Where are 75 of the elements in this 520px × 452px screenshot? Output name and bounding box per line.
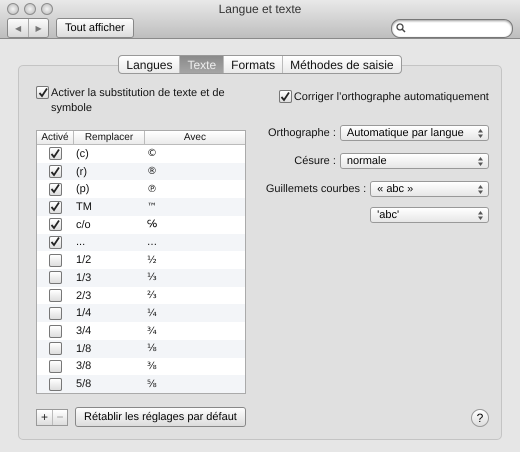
table-cell-text: ⅝ xyxy=(146,378,158,390)
window-title: Langue et texte xyxy=(218,2,302,16)
table-cell-text: ¼ xyxy=(146,308,158,319)
checkbox[interactable] xyxy=(48,165,62,178)
table-cell-text: ⅔ xyxy=(146,290,158,302)
table-cell-text: … xyxy=(146,236,158,248)
minimize-button[interactable] xyxy=(24,3,36,15)
checkbox[interactable] xyxy=(48,218,62,232)
close-button[interactable] xyxy=(7,3,19,15)
updown-arrows-icon xyxy=(478,210,483,220)
tab[interactable]: Langues xyxy=(119,56,180,73)
tab[interactable]: Formats xyxy=(223,56,282,73)
help-button[interactable]: ? xyxy=(471,409,489,427)
table-cell-text: ½ xyxy=(146,254,158,266)
table-cell-text: ⅜ xyxy=(146,360,158,372)
checkbox[interactable] xyxy=(48,200,62,214)
column-header[interactable]: Activé xyxy=(37,131,73,144)
table-cell-text: c/o xyxy=(75,218,92,231)
popup-button[interactable]: « abc » xyxy=(370,181,489,197)
table-cell-text: 5/8 xyxy=(75,378,92,390)
table-cell-text: ® xyxy=(146,166,158,178)
checkbox[interactable] xyxy=(48,254,62,267)
table-cell-text: ⅛ xyxy=(146,343,158,354)
table-cell-text: 1/4 xyxy=(75,307,92,320)
checkbox[interactable] xyxy=(48,289,62,302)
table-cell-text: 3/4 xyxy=(75,325,92,338)
popup-button[interactable]: Automatique par langue xyxy=(340,125,489,141)
tab[interactable]: Méthodes de saisie xyxy=(282,56,401,73)
checkbox[interactable] xyxy=(48,360,62,373)
checkbox[interactable] xyxy=(48,182,62,196)
table-cell-text: (c) xyxy=(75,148,90,160)
table-cell-text: ℅ xyxy=(146,219,158,230)
table-cell-text: 2/3 xyxy=(75,290,92,302)
updown-arrows-icon xyxy=(478,128,483,138)
show-all-button[interactable]: Tout afficher xyxy=(56,18,134,38)
checkbox[interactable] xyxy=(48,324,62,338)
search-field[interactable] xyxy=(391,18,513,38)
add-button[interactable]: + xyxy=(37,410,52,424)
checkbox[interactable] xyxy=(48,306,62,320)
popup-label: Guillemets courbes : xyxy=(266,182,366,197)
table-cell-text: 1/3 xyxy=(75,272,92,284)
zoom-button[interactable] xyxy=(41,3,53,15)
checkbox[interactable] xyxy=(48,378,62,391)
checkbox[interactable] xyxy=(48,236,62,249)
column-header[interactable]: Remplacer xyxy=(73,131,144,144)
table-cell-text: TM xyxy=(75,201,93,214)
popup-button[interactable]: 'abc' xyxy=(370,207,489,223)
checkbox[interactable] xyxy=(36,86,49,99)
table-cell-text: 1/2 xyxy=(75,254,92,266)
table-cell-text: 3/8 xyxy=(75,360,92,372)
table-cell-text: 1/8 xyxy=(75,342,92,355)
table-cell-text: ... xyxy=(75,236,86,248)
checkbox[interactable] xyxy=(48,147,62,160)
table-cell-text: ¾ xyxy=(146,326,158,337)
checkbox[interactable] xyxy=(48,342,62,356)
restore-defaults-button[interactable]: Rétablir les réglages par défaut xyxy=(75,407,246,427)
popup-button[interactable]: normale xyxy=(340,153,489,169)
popup-label: Césure : xyxy=(293,154,336,169)
checkbox[interactable] xyxy=(278,90,292,103)
table-cell-text: (p) xyxy=(75,183,90,196)
popup-label: Orthographe : xyxy=(267,126,336,141)
updown-arrows-icon xyxy=(478,184,483,194)
forward-button[interactable]: ▶ xyxy=(28,19,48,37)
back-button[interactable]: ◀ xyxy=(8,19,28,37)
table-cell-text: © xyxy=(146,148,158,160)
search-icon xyxy=(396,23,406,33)
table-cell-text: ⅓ xyxy=(146,272,158,284)
table-cell-text: ℗ xyxy=(146,184,158,195)
checkbox-label: Corriger l’orthographe automatiquement xyxy=(294,90,489,105)
checkbox[interactable] xyxy=(48,271,62,284)
table-cell-text: ™ xyxy=(146,202,158,213)
checkbox-label: Activer la substitution de texte et de symbole xyxy=(51,86,226,116)
table-cell-text: (r) xyxy=(75,166,88,178)
column-header[interactable]: Avec xyxy=(144,131,245,144)
updown-arrows-icon xyxy=(478,156,483,166)
